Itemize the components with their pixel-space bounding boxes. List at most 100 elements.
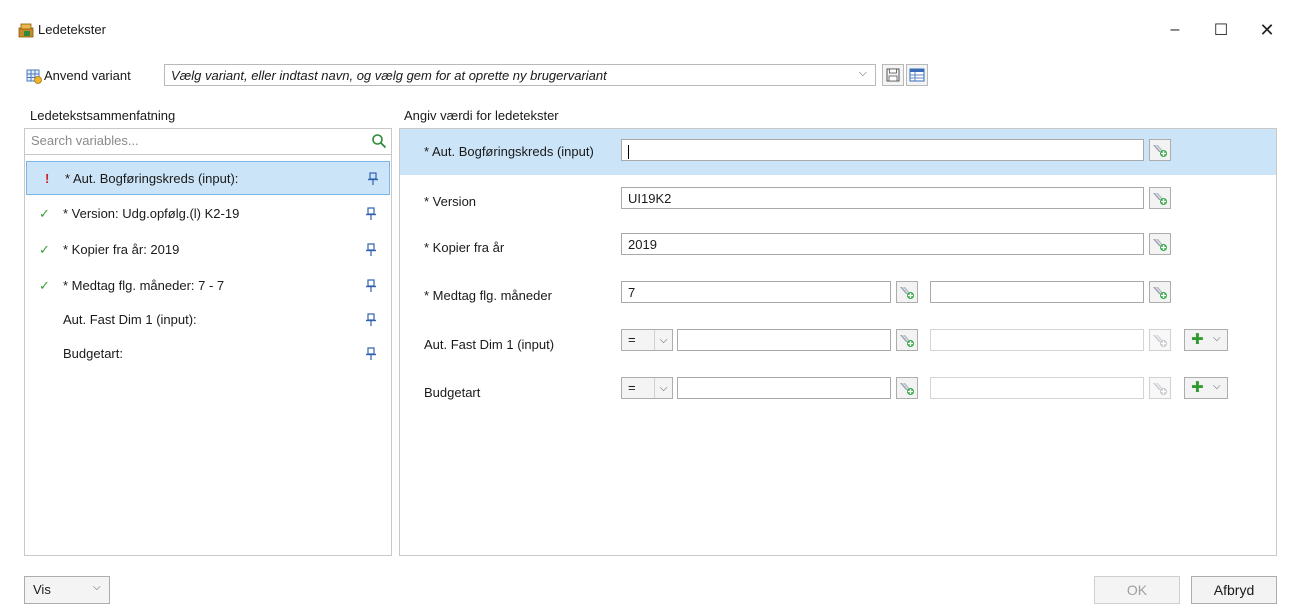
operator-select[interactable]: = ⌵	[621, 329, 673, 351]
list-item-label: Aut. Fast Dim 1 (input):	[63, 312, 197, 327]
value-picker-icon	[1153, 145, 1167, 157]
prompt-label: Budgetart	[424, 385, 481, 400]
cancel-button[interactable]: Afbryd	[1191, 576, 1277, 604]
fast-dim-to-input	[930, 329, 1144, 351]
chevron-down-icon: ⌵	[1213, 381, 1221, 392]
value-picker-button-disabled	[1149, 329, 1171, 351]
budgetart-from-input[interactable]	[677, 377, 891, 399]
warning-icon: !	[45, 171, 50, 186]
check-icon: ✓	[39, 206, 50, 221]
value-picker-button[interactable]	[1149, 281, 1171, 303]
operator-value: =	[628, 332, 636, 347]
value-picker-button[interactable]	[896, 329, 918, 351]
value-picker-button-disabled	[1149, 377, 1171, 399]
list-item[interactable]: Budgetart:	[25, 337, 391, 371]
chevron-down-icon: ⌵	[93, 582, 101, 593]
variant-combobox[interactable]: Vælg variant, eller indtast navn, og væl…	[164, 64, 876, 86]
prompt-row-fast-dim-1: Aut. Fast Dim 1 (input) = ⌵ ✚ ⌵	[400, 315, 1276, 361]
pin-icon[interactable]	[367, 172, 379, 186]
list-item-label: * Kopier fra år: 2019	[63, 242, 180, 257]
variant-placeholder: Vælg variant, eller indtast navn, og væl…	[171, 68, 607, 83]
search-input[interactable]: Search variables...	[25, 129, 391, 155]
list-item[interactable]: ✓ * Version: Udg.opfølg.(l) K2-19	[25, 197, 391, 231]
kopier-fra-ar-input[interactable]: 2019	[621, 233, 1144, 255]
prompt-label: Aut. Fast Dim 1 (input)	[424, 337, 555, 352]
prompt-row-medtag-maneder: * Medtag flg. måneder 7	[400, 269, 1276, 315]
chevron-down-icon: ⌵	[1213, 333, 1221, 344]
list-item-label: * Medtag flg. måneder: 7 - 7	[63, 278, 225, 293]
title-bar: Ledetekster – ☐ ✕	[0, 0, 1290, 56]
value-picker-icon	[1153, 335, 1167, 347]
pin-icon[interactable]	[365, 313, 377, 327]
value-picker-icon	[1153, 287, 1167, 299]
bogforingskreds-input[interactable]	[621, 139, 1144, 161]
window-title: Ledetekster	[38, 22, 106, 37]
add-condition-dropdown[interactable]: ✚ ⌵	[1184, 377, 1228, 399]
prompt-row-version: * Version UI19K2	[400, 177, 1276, 223]
prompt-label: * Kopier fra år	[424, 240, 505, 255]
variant-row: Anvend variant Vælg variant, eller indta…	[0, 60, 1290, 90]
list-item[interactable]: ✓ * Medtag flg. måneder: 7 - 7	[25, 269, 391, 303]
search-placeholder: Search variables...	[31, 133, 139, 148]
value-picker-button[interactable]	[1149, 139, 1171, 161]
view-select-value: Vis	[33, 582, 51, 597]
version-input[interactable]: UI19K2	[621, 187, 1144, 209]
fast-dim-from-input[interactable]	[677, 329, 891, 351]
pin-icon[interactable]	[365, 347, 377, 361]
operator-select[interactable]: = ⌵	[621, 377, 673, 399]
value-picker-icon	[1153, 383, 1167, 395]
value-picker-button[interactable]	[1149, 187, 1171, 209]
value-picker-icon	[1153, 239, 1167, 251]
pin-icon[interactable]	[365, 279, 377, 293]
pin-icon[interactable]	[365, 207, 377, 221]
prompt-values-header: Angiv værdi for ledetekster	[404, 108, 559, 123]
months-from-input[interactable]: 7	[621, 281, 891, 303]
green-plus-icon: ✚	[1191, 331, 1204, 348]
table-layout-button[interactable]	[906, 64, 928, 86]
close-button[interactable]: ✕	[1244, 14, 1290, 46]
search-icon[interactable]	[371, 133, 387, 149]
list-item-label: * Version: Udg.opfølg.(l) K2-19	[63, 206, 240, 221]
list-item[interactable]: ! * Aut. Bogføringskreds (input):	[26, 161, 390, 195]
value-picker-icon	[1153, 193, 1167, 205]
check-icon: ✓	[39, 242, 50, 257]
value-picker-button[interactable]	[1149, 233, 1171, 255]
list-item[interactable]: Aut. Fast Dim 1 (input):	[25, 303, 391, 337]
value-picker-icon	[900, 383, 914, 395]
check-icon: ✓	[39, 278, 50, 293]
pin-icon[interactable]	[365, 243, 377, 257]
operator-value: =	[628, 380, 636, 395]
maximize-button[interactable]: ☐	[1198, 14, 1244, 46]
minimize-button[interactable]: –	[1152, 14, 1198, 46]
months-to-input[interactable]	[930, 281, 1144, 303]
chevron-down-icon: ⌵	[654, 378, 672, 398]
green-plus-icon: ✚	[1191, 379, 1204, 396]
value-picker-icon	[900, 335, 914, 347]
list-item-label: * Aut. Bogføringskreds (input):	[65, 171, 239, 186]
list-item-label: Budgetart:	[63, 346, 123, 361]
variant-grid-icon	[26, 69, 42, 84]
prompt-label: * Aut. Bogføringskreds (input)	[424, 144, 594, 159]
chevron-down-icon: ⌵	[858, 67, 867, 79]
chevron-down-icon: ⌵	[654, 330, 672, 350]
save-variant-button[interactable]	[882, 64, 904, 86]
ok-button[interactable]: OK	[1094, 576, 1180, 604]
text-caret	[628, 144, 629, 159]
value-picker-icon	[900, 287, 914, 299]
folder-box-icon	[18, 23, 34, 38]
prompt-label: * Version	[424, 194, 477, 209]
prompt-values-panel: * Aut. Bogføringskreds (input) * Version…	[399, 128, 1277, 556]
view-select[interactable]: Vis ⌵	[24, 576, 110, 604]
value-picker-button[interactable]	[896, 281, 918, 303]
prompt-summary-panel: Search variables... ! * Aut. Bogføringsk…	[24, 128, 392, 556]
value-picker-button[interactable]	[896, 377, 918, 399]
list-item[interactable]: ✓ * Kopier fra år: 2019	[25, 233, 391, 267]
prompt-label: * Medtag flg. måneder	[424, 288, 552, 303]
prompt-row-budgetart: Budgetart = ⌵ ✚ ⌵	[400, 361, 1276, 407]
budgetart-to-input	[930, 377, 1144, 399]
table-layout-icon	[909, 68, 925, 82]
prompt-row-kopier-fra-ar: * Kopier fra år 2019	[400, 223, 1276, 269]
variant-label: Anvend variant	[44, 68, 131, 83]
add-condition-dropdown[interactable]: ✚ ⌵	[1184, 329, 1228, 351]
prompt-row-bogforingskreds: * Aut. Bogføringskreds (input)	[400, 129, 1276, 175]
